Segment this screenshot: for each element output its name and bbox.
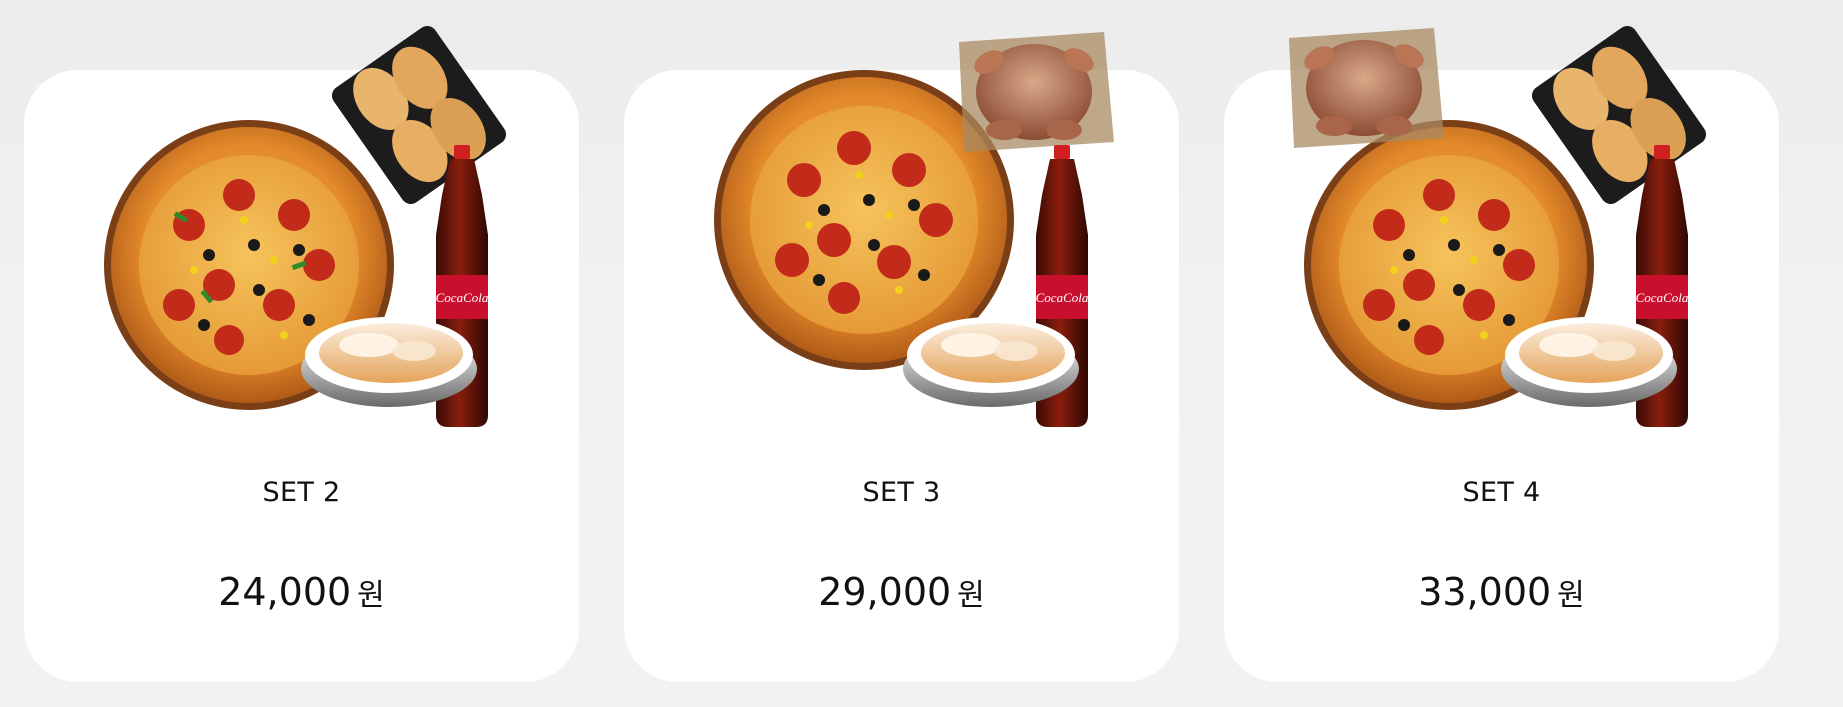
set-4-product-image: CocaCola: [1289, 26, 1707, 427]
roast-chicken-icon: [1289, 28, 1444, 148]
set-card[interactable]: CocaCola SET 3 29,000 원: [624, 32, 1179, 682]
set-name: SET 2: [262, 477, 341, 508]
pasta-icon: [1501, 317, 1677, 407]
price-amount: 29,000: [818, 570, 952, 614]
svg-text:CocaCola: CocaCola: [1636, 290, 1689, 305]
set-card[interactable]: CocaCola SET 4 33,000 원: [1224, 26, 1779, 682]
set-2-product-image: CocaCola: [104, 26, 507, 427]
set-price: 24,000 원: [24, 570, 579, 614]
pasta-icon: [301, 317, 477, 407]
set-price: 33,000 원: [1224, 570, 1779, 614]
set-card[interactable]: CocaCola SET 2 24,000 원: [24, 26, 579, 682]
price-amount: 24,000: [218, 570, 352, 614]
set-price: 29,000 원: [624, 570, 1179, 614]
set-name: SET 3: [862, 477, 941, 508]
svg-text:CocaCola: CocaCola: [436, 290, 489, 305]
set-menu-grid: CocaCola SET 2 24,000 원 CocaCola SET 3 2…: [0, 0, 1843, 707]
set-name: SET 4: [1462, 477, 1541, 508]
price-currency: 원: [1557, 578, 1585, 613]
price-currency: 원: [957, 578, 985, 613]
pasta-icon: [903, 317, 1079, 407]
price-amount: 33,000: [1418, 570, 1552, 614]
svg-text:CocaCola: CocaCola: [1036, 290, 1089, 305]
roast-chicken-icon: [959, 32, 1114, 152]
set-3-product-image: CocaCola: [714, 32, 1114, 427]
price-currency: 원: [357, 578, 385, 613]
